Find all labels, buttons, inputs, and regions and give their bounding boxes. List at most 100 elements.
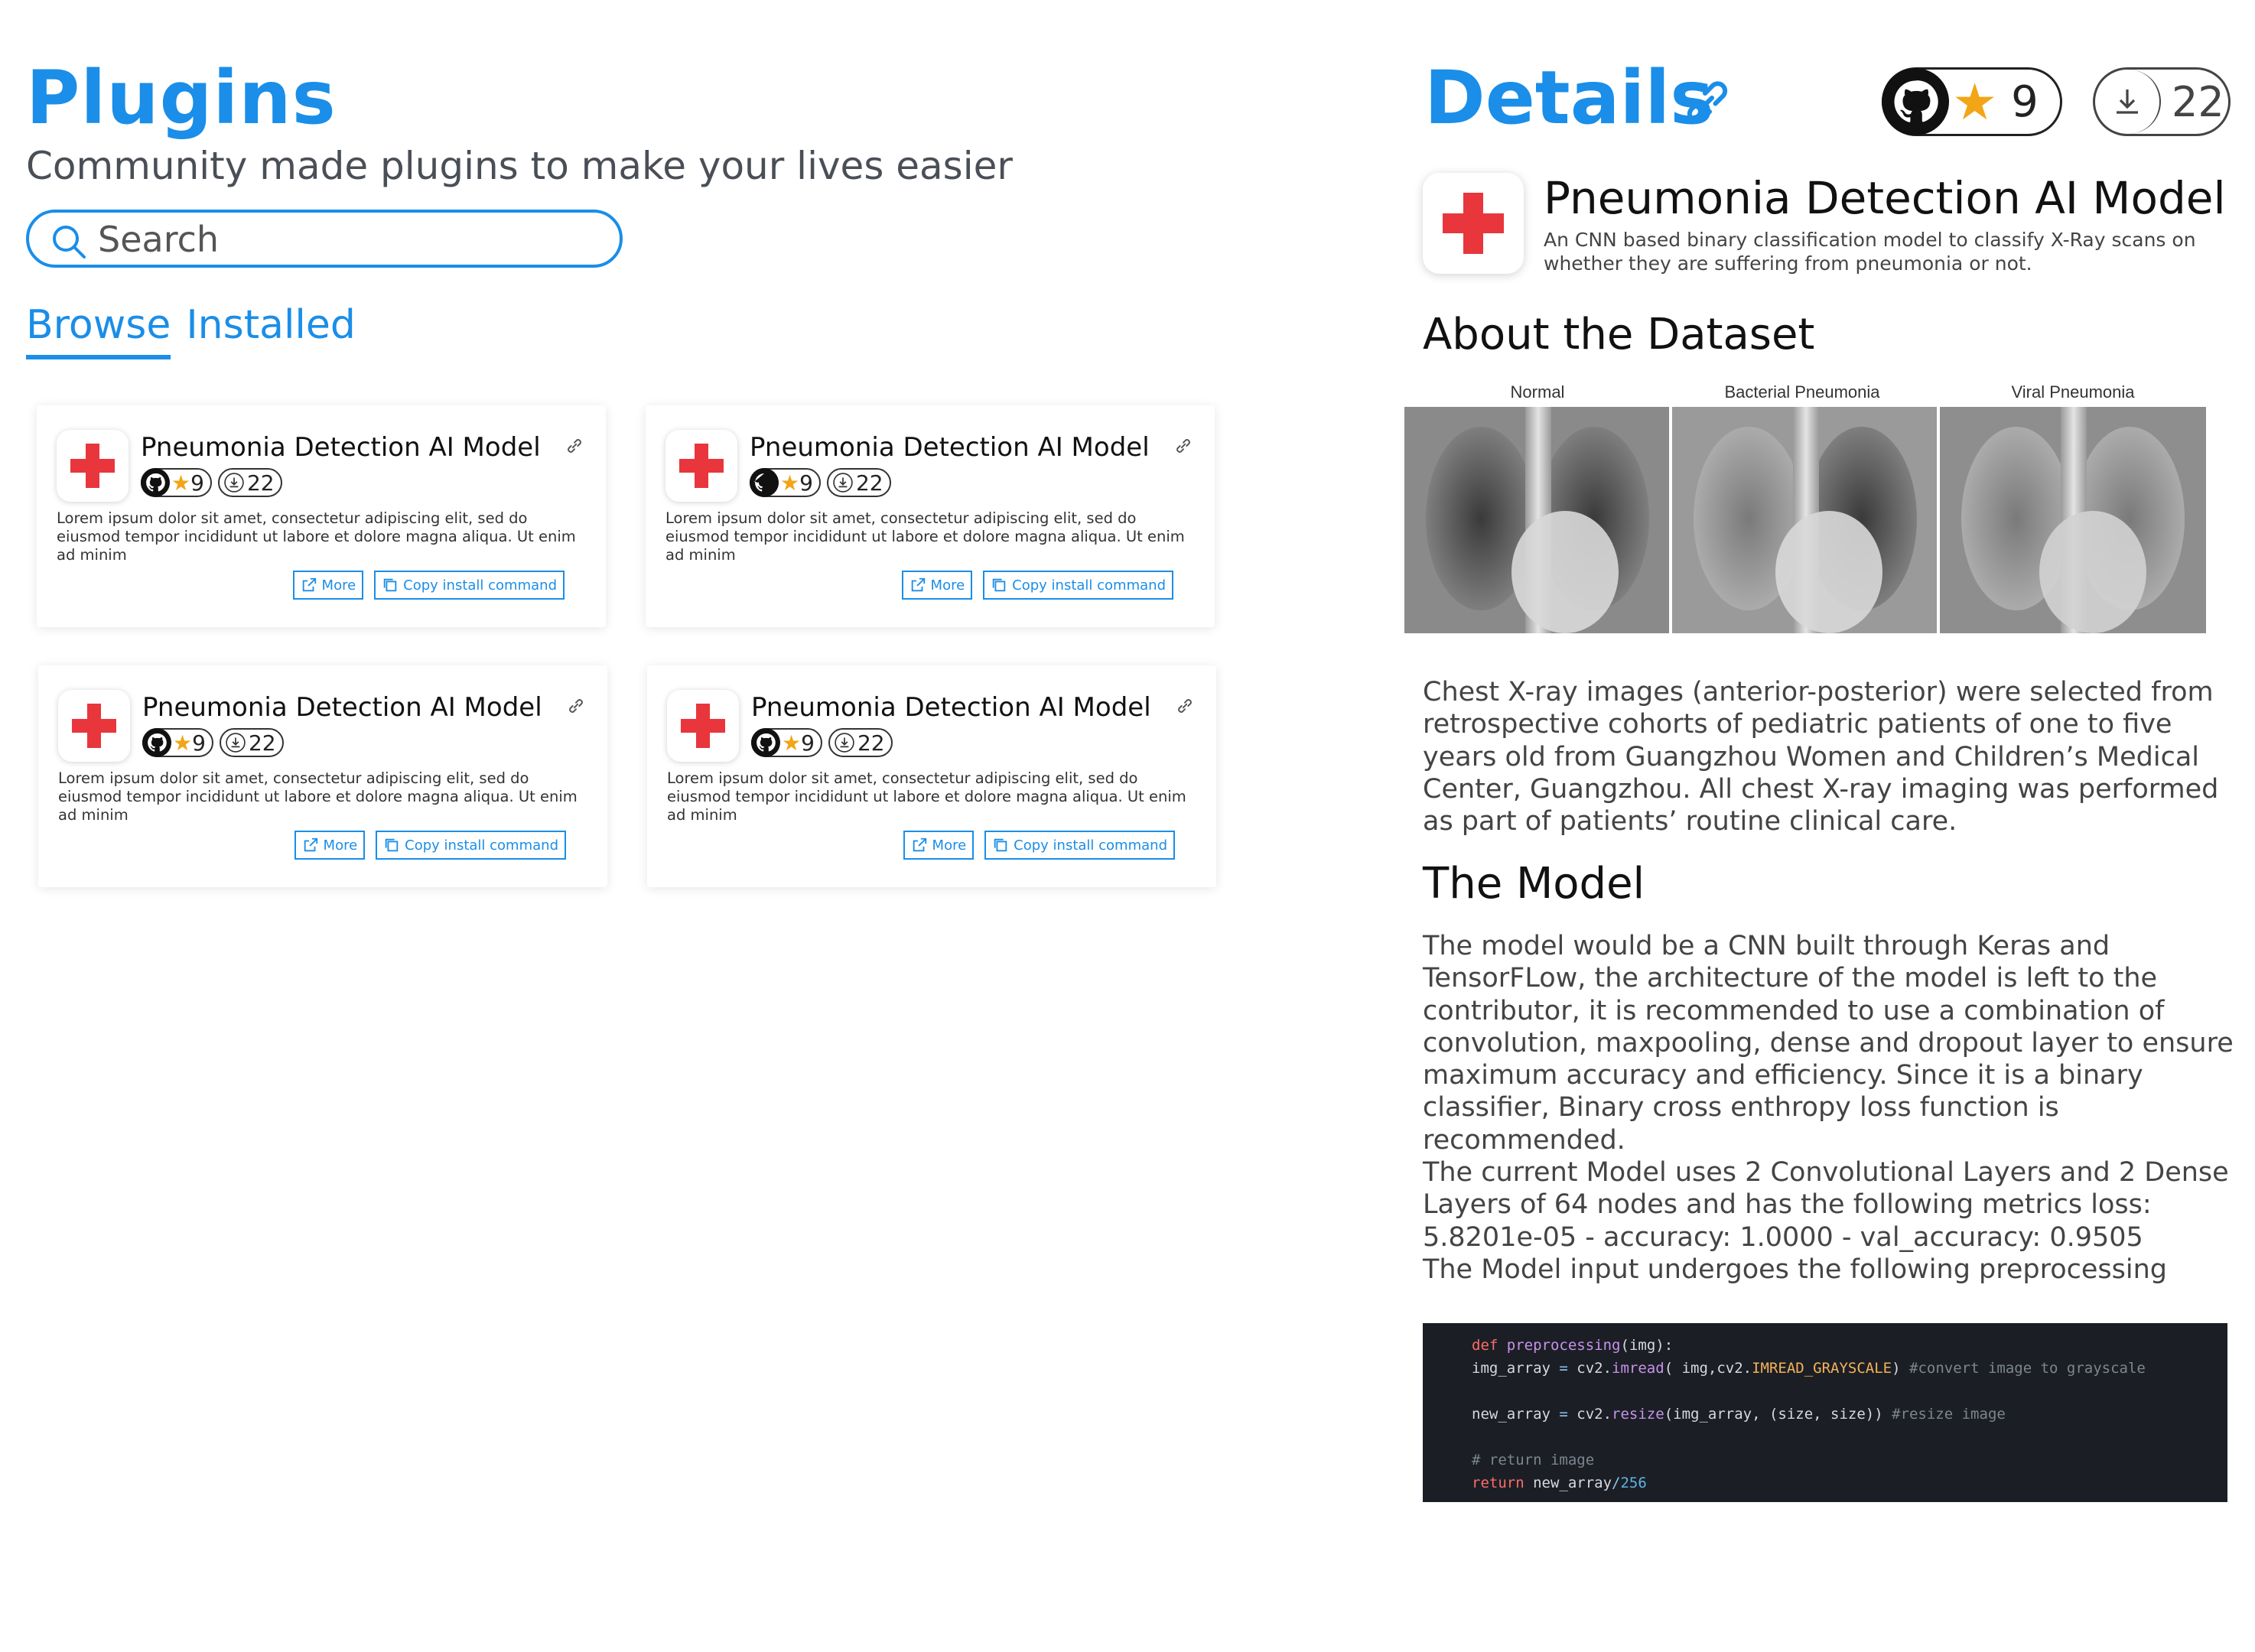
copy-icon [385,838,399,852]
download-count: 22 [2172,77,2224,126]
plugin-title: Pneumonia Detection AI Model [751,692,1151,723]
downloads-badge: 22 [217,468,282,497]
download-count: 22 [248,730,276,756]
page-subtitle: Community made plugins to make your live… [26,144,1013,188]
plugin-card[interactable]: Pneumonia Detection AI Model ★ 9 22 Lore… [647,665,1216,887]
plugin-title: Pneumonia Detection AI Model [141,432,541,463]
plugin-logo [58,690,130,762]
code-line: new_array = cv2.resize(img_array, (size,… [1472,1406,2006,1423]
github-icon [750,468,779,497]
downloads-badge: 22 [2093,67,2231,136]
more-button[interactable]: More [292,571,364,600]
tab-browse[interactable]: Browse [26,301,171,360]
plugin-stats: ★ 9 22 [750,468,891,497]
details-title: Details [1424,55,1714,141]
plugin-logo [57,430,129,502]
model-heading: The Model [1423,859,1645,909]
github-icon [141,468,170,497]
link-icon[interactable] [566,696,586,716]
model-text-3: The Model input undergoes the following … [1423,1254,2168,1285]
copy-install-button[interactable]: Copy install command [376,831,566,860]
external-link-icon [913,837,926,852]
xray-label-bacterial: Bacterial Pneumonia [1724,382,1880,402]
tab-bar: Browse Installed [26,301,356,360]
download-icon [224,473,244,493]
github-stars-badge[interactable]: ★ 9 [141,468,212,497]
search-input[interactable] [96,219,597,260]
star-count: 9 [801,730,815,756]
copy-icon [383,578,397,592]
plugin-card[interactable]: Pneumonia Detection AI Model ★ 9 22 Lore… [38,665,607,887]
github-icon [142,728,171,757]
xray-label-normal: Normal [1511,382,1565,402]
plugin-title: Pneumonia Detection AI Model [142,692,542,723]
link-icon[interactable] [1175,696,1195,716]
about-heading: About the Dataset [1423,310,1815,359]
download-icon [833,473,853,493]
plugin-logo [665,430,737,502]
external-link-icon [302,577,316,592]
star-icon: ★ [1952,72,1998,132]
plugin-title: Pneumonia Detection AI Model [750,432,1150,463]
model-logo [1423,173,1524,274]
copy-install-button[interactable]: Copy install command [374,571,565,600]
about-text: Chest X-ray images (anterior-posterior) … [1423,677,2219,837]
download-count: 22 [246,470,275,496]
link-icon[interactable] [1680,75,1735,130]
plugin-card[interactable]: Pneumonia Detection AI Model ★ 9 22 Lore… [37,405,606,627]
xray-label-viral: Viral Pneumonia [2011,382,2135,402]
copy-install-button[interactable]: Copy install command [984,831,1175,860]
search-bar[interactable] [26,210,623,268]
downloads-badge: 22 [826,468,891,497]
code-line: def preprocessing(img): [1472,1337,1674,1354]
star-icon: ★ [782,730,802,756]
plugin-card[interactable]: Pneumonia Detection AI Model ★ 9 22 Lore… [646,405,1215,627]
star-count: 9 [799,470,813,496]
github-stars-badge[interactable]: ★ 9 [142,728,213,757]
page-title: Plugins [26,55,337,141]
external-link-icon [304,837,317,852]
xray-image: Normal Bacterial Pneumonia Viral Pneumon… [1404,381,2206,633]
github-stars-badge[interactable]: ★ 9 [750,468,821,497]
star-icon: ★ [780,470,800,496]
more-button[interactable]: More [903,831,975,860]
download-count: 22 [855,470,883,496]
more-button[interactable]: More [901,571,973,600]
plugin-stats: ★ 9 22 [141,468,282,497]
star-count: 9 [190,470,204,496]
copy-install-button[interactable]: Copy install command [983,571,1173,600]
star-count: 9 [2011,76,2039,127]
copy-icon [992,578,1006,592]
plugin-logo [667,690,739,762]
plugin-description: Lorem ipsum dolor sit amet, consectetur … [667,769,1186,824]
plugin-stats: ★ 9 22 [142,728,284,757]
model-description: The model would be a CNN built through K… [1423,930,2234,1286]
github-icon [1882,68,1949,135]
model-text-2: The current Model uses 2 Convolutional L… [1423,1157,2229,1253]
downloads-badge: 22 [828,728,893,757]
star-icon: ★ [173,730,193,756]
more-button[interactable]: More [294,831,366,860]
model-subtitle: An CNN based binary classification model… [1544,229,2196,275]
model-text-1: The model would be a CNN built through K… [1423,931,2234,1156]
download-icon [2117,89,2138,114]
github-stars-badge[interactable]: ★ 9 [751,728,822,757]
star-icon: ★ [171,470,191,496]
external-link-icon [911,577,925,592]
code-line: img_array = cv2.imread( img,cv2.IMREAD_G… [1472,1360,2146,1377]
download-icon [226,733,246,753]
link-icon[interactable] [565,436,584,456]
tab-installed[interactable]: Installed [186,301,356,359]
link-icon[interactable] [1173,436,1193,456]
model-title: Pneumonia Detection AI Model [1544,172,2226,224]
download-count: 22 [857,730,885,756]
code-line: return new_array/256 [1472,1475,1647,1491]
plugin-description: Lorem ipsum dolor sit amet, consectetur … [57,509,576,564]
github-stars-badge[interactable]: ★ 9 [1882,67,2062,136]
download-icon [835,733,854,753]
search-icon [53,226,86,259]
github-icon [751,728,780,757]
plugin-description: Lorem ipsum dolor sit amet, consectetur … [665,509,1185,564]
